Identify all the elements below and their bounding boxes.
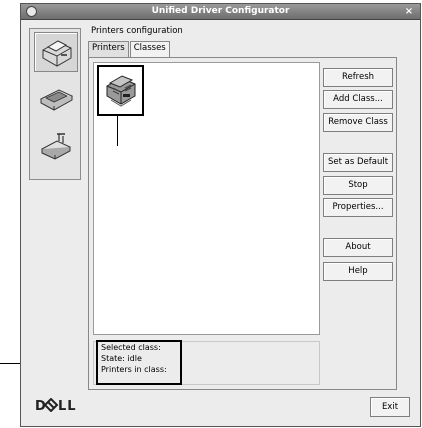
remove-class-button[interactable]: Remove Class xyxy=(323,113,393,132)
add-class-button[interactable]: Add Class... xyxy=(323,90,393,109)
main-window: Unified Driver Configurator × Printers c… xyxy=(20,3,421,427)
svg-text:LL: LL xyxy=(58,399,77,412)
set-default-button[interactable]: Set as Default xyxy=(323,153,393,172)
tab-classes[interactable]: Classes xyxy=(129,41,170,57)
tab-printers[interactable]: Printers xyxy=(88,41,129,57)
refresh-button[interactable]: Refresh xyxy=(323,68,393,87)
tab-bar: Printers Classes xyxy=(88,41,171,57)
help-button[interactable]: Help xyxy=(323,262,393,281)
title-bar[interactable]: Unified Driver Configurator × xyxy=(21,4,420,20)
dell-logo: D LL xyxy=(35,397,77,416)
selected-class-label: Selected class: xyxy=(101,343,161,352)
callout-line-class-item xyxy=(117,116,118,146)
class-info-box: Selected class: State: idle Printers in … xyxy=(93,340,320,385)
scanner-icon xyxy=(39,89,74,111)
about-button[interactable]: About xyxy=(323,238,393,257)
sidebar-item-scanners[interactable] xyxy=(34,79,78,119)
printer-icon xyxy=(42,40,72,67)
exit-button[interactable]: Exit xyxy=(370,397,410,417)
sidebar-item-ports[interactable] xyxy=(34,127,78,167)
class-item[interactable] xyxy=(97,65,144,116)
port-icon xyxy=(40,133,72,160)
printer-class-icon xyxy=(106,74,135,107)
sidebar-item-printers[interactable] xyxy=(34,32,78,72)
window-title: Unified Driver Configurator xyxy=(151,6,290,16)
properties-button[interactable]: Properties... xyxy=(323,198,393,217)
close-button[interactable]: × xyxy=(403,5,415,18)
state-label: State: idle xyxy=(101,354,142,363)
section-title: Printers configuration xyxy=(91,26,183,36)
classes-panel: Refresh Add Class... Remove Class Set as… xyxy=(88,57,397,390)
printers-in-class-label: Printers in class: xyxy=(101,365,167,374)
stop-button[interactable]: Stop xyxy=(323,176,393,195)
sidebar xyxy=(29,28,81,180)
class-list[interactable] xyxy=(93,62,320,335)
